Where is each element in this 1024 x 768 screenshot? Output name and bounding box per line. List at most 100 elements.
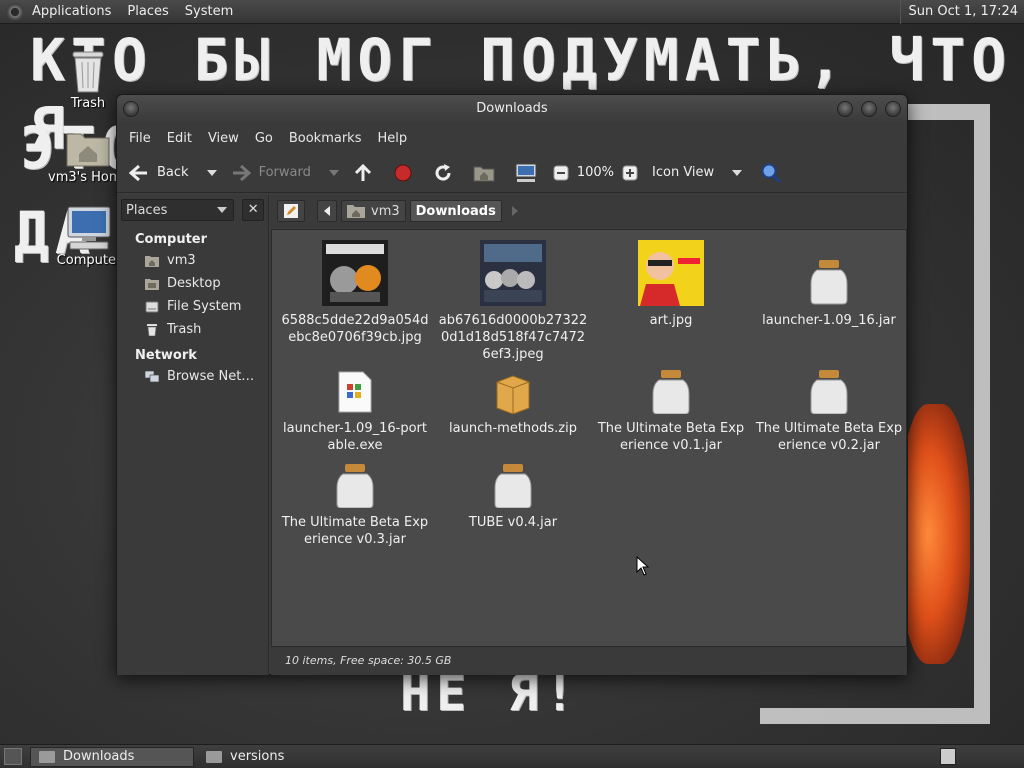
menu-bookmarks[interactable]: Bookmarks [281,131,370,146]
file-item[interactable]: TUBE v0.4.jar [438,464,588,531]
window-menu-button[interactable] [123,101,139,117]
jar-file-icon [494,464,532,508]
toolbar: Back Forward 100% Icon View [117,153,907,193]
desktop-trash[interactable]: Trash [58,48,118,111]
view-mode-select[interactable]: Icon View [648,157,756,189]
forward-label: Forward [258,165,311,180]
forward-button[interactable]: Forward [227,157,315,189]
location-edit-toggle[interactable] [277,200,305,222]
menu-edit[interactable]: Edit [159,131,200,146]
file-item[interactable]: ab67616d0000b273220d1d18d518f47c74726ef3… [438,240,588,363]
desktop-trash-label: Trash [70,96,106,111]
menu-go[interactable]: Go [247,131,281,146]
sidebar-item-browse-network[interactable]: Browse Net… [117,365,268,388]
back-button[interactable]: Back [125,157,193,189]
zoom-level[interactable]: 100% [573,157,618,189]
window-title: Downloads [476,101,548,116]
jar-file-icon [652,370,690,414]
sidebar-item-label: Browse Net… [167,369,255,384]
sidebar-close-button[interactable]: ✕ [242,199,264,221]
menu-file[interactable]: File [121,131,159,146]
zoom-in-button[interactable] [618,157,642,189]
window-titlebar[interactable]: Downloads [117,95,907,123]
taskbar-item-versions[interactable]: versions [198,747,362,767]
sidebar: Places ✕ Computer vm3 Desktop File Syste… [117,195,269,675]
chevron-left-icon [324,206,330,216]
top-panel: Applications Places System Sun Oct 1, 17… [0,0,1024,24]
file-item[interactable]: The Ultimate Beta Experience v0.2.jar [754,370,904,454]
trash-icon [147,323,157,336]
home-folder-icon [347,205,365,218]
menu-view[interactable]: View [200,131,247,146]
location-pathbar: vm3 Downloads [271,195,907,227]
distro-logo-icon[interactable] [6,2,24,21]
pencil-icon [284,204,298,218]
system-menu[interactable]: System [177,0,241,24]
image-thumbnail-icon [480,240,546,306]
sidebar-type-select[interactable]: Places [121,199,235,221]
maximize-button[interactable] [861,101,877,117]
desktop-computer[interactable]: Computer [54,205,124,268]
jar-file-icon [336,464,374,508]
path-scroll-left[interactable] [317,200,337,222]
folder-icon [39,750,55,763]
sidebar-item-vm3[interactable]: vm3 [117,249,268,272]
search-button[interactable] [756,157,786,189]
menubar: File Edit View Go Bookmarks Help [117,123,907,153]
file-item[interactable]: 6588c5dde22d9a054debc8e0706f39cb.jpg [280,240,430,346]
file-item[interactable]: art.jpg [596,240,746,329]
sidebar-section-computer: Computer [135,232,208,247]
file-item[interactable]: launcher-1.09_16-portable.exe [280,370,430,454]
stop-icon [394,164,412,181]
view-mode-value: Icon View [652,165,715,180]
zoom-out-button[interactable] [549,157,573,189]
computer-button[interactable] [511,157,541,189]
clock[interactable]: Sun Oct 1, 17:24 [899,0,1018,24]
sidebar-type-chevron-down-icon [217,207,228,213]
path-scroll-right[interactable] [506,200,524,222]
computer-icon [67,206,111,250]
sidebar-item-label: vm3 [167,253,196,268]
sidebar-item-trash[interactable]: Trash [117,318,268,341]
close-button[interactable] [885,101,901,117]
back-history-chevron-down-icon[interactable] [206,169,217,176]
file-name: The Ultimate Beta Experience v0.1.jar [597,421,745,453]
path-crumb-downloads[interactable]: Downloads [409,200,502,222]
file-item[interactable]: The Ultimate Beta Experience v0.3.jar [280,464,430,548]
up-button[interactable] [349,157,377,189]
menu-help[interactable]: Help [369,131,415,146]
arrow-right-icon [232,164,251,181]
file-item[interactable]: launcher-1.09_16.jar [754,240,904,329]
places-menu[interactable]: Places [119,0,176,24]
path-crumb-vm3[interactable]: vm3 [341,200,406,222]
jar-file-icon [810,370,848,414]
workspace-switcher[interactable] [940,748,956,765]
minimize-button[interactable] [837,101,853,117]
file-item[interactable]: launch-methods.zip [438,370,588,437]
image-thumbnail-icon [322,240,388,306]
forward-history-chevron-down-icon[interactable] [328,169,339,176]
status-bar: 10 items, Free space: 30.5 GB [271,647,907,675]
sidebar-item-file-system[interactable]: File System [117,295,268,318]
mouse-cursor-icon [636,556,650,576]
sidebar-item-desktop[interactable]: Desktop [117,272,268,295]
home-button[interactable] [469,157,499,189]
path-crumb-label: Downloads [415,203,496,219]
file-item[interactable]: The Ultimate Beta Experience v0.1.jar [596,370,746,454]
zoom-out-icon [553,165,569,180]
file-name: art.jpg [649,313,693,328]
sidebar-item-label: Desktop [167,276,221,291]
taskbar-item-label: versions [230,749,285,764]
reload-button[interactable] [429,157,457,189]
taskbar-item-downloads[interactable]: Downloads [30,746,194,767]
jar-file-icon [810,260,848,305]
file-icon-view[interactable]: 6588c5dde22d9a054debc8e0706f39cb.jpg ab6… [271,229,907,647]
file-name: launch-methods.zip [449,421,577,436]
show-desktop-button[interactable] [4,748,22,765]
stop-button[interactable] [389,157,417,189]
applications-menu[interactable]: Applications [24,0,119,24]
wallpaper-fire [900,404,970,664]
file-name: The Ultimate Beta Experience v0.3.jar [281,515,429,547]
file-name: ab67616d0000b273220d1d18d518f47c74726ef3… [438,313,588,362]
view-mode-chevron-down-icon [732,169,743,176]
